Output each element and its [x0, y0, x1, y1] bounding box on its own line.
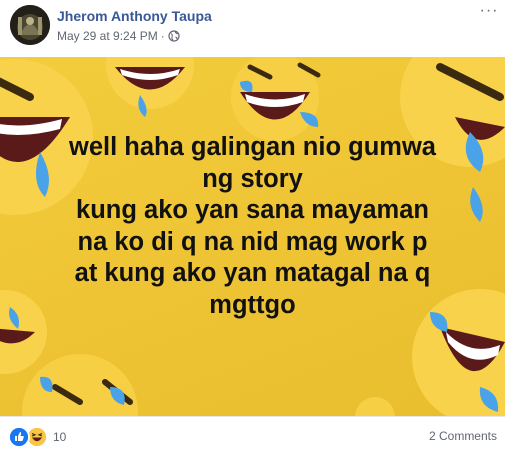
story-text-line: kung ako yan sana mayaman [76, 196, 429, 224]
story-text-line: na ko di q na nid mag work p [77, 227, 428, 256]
reactions-summary[interactable]: 10 [8, 426, 66, 448]
story-text-line: mgttgo [209, 290, 296, 319]
reaction-count[interactable]: 10 [53, 430, 66, 444]
post-footer: 10 2 Comments [0, 416, 505, 451]
facebook-post: Jherom Anthony Taupa May 29 at 9:24 PM ·… [0, 0, 505, 451]
story-text-line: ng story [202, 164, 303, 193]
like-icon[interactable] [8, 426, 30, 448]
story-text-line: at kung ako yan matagal na q [74, 259, 431, 287]
avatar[interactable] [10, 5, 50, 45]
post-image[interactable]: well haha galingan nio gumwa ng story ku… [0, 57, 505, 416]
timestamp-link[interactable]: May 29 at 9:24 PM [57, 29, 158, 43]
post-meta: May 29 at 9:24 PM · [57, 29, 180, 43]
post-header: Jherom Anthony Taupa May 29 at 9:24 PM ·… [0, 0, 505, 57]
laughing-emoji-icon [355, 397, 395, 416]
avatar-image [10, 5, 50, 45]
laughing-emoji-icon [22, 354, 138, 416]
meta-separator: · [160, 29, 165, 43]
more-options-icon[interactable]: ··· [479, 3, 499, 20]
laughing-emoji-icon [106, 57, 194, 117]
laughing-emoji-icon [231, 57, 321, 141]
story-text: well haha galingan nio gumwa ng story ku… [20, 132, 485, 321]
story-text-line: well haha galingan nio gumwa [69, 133, 436, 161]
globe-icon[interactable] [168, 30, 180, 42]
comments-count-link[interactable]: 2 Comments [429, 429, 497, 443]
author-name-link[interactable]: Jherom Anthony Taupa [57, 8, 212, 24]
